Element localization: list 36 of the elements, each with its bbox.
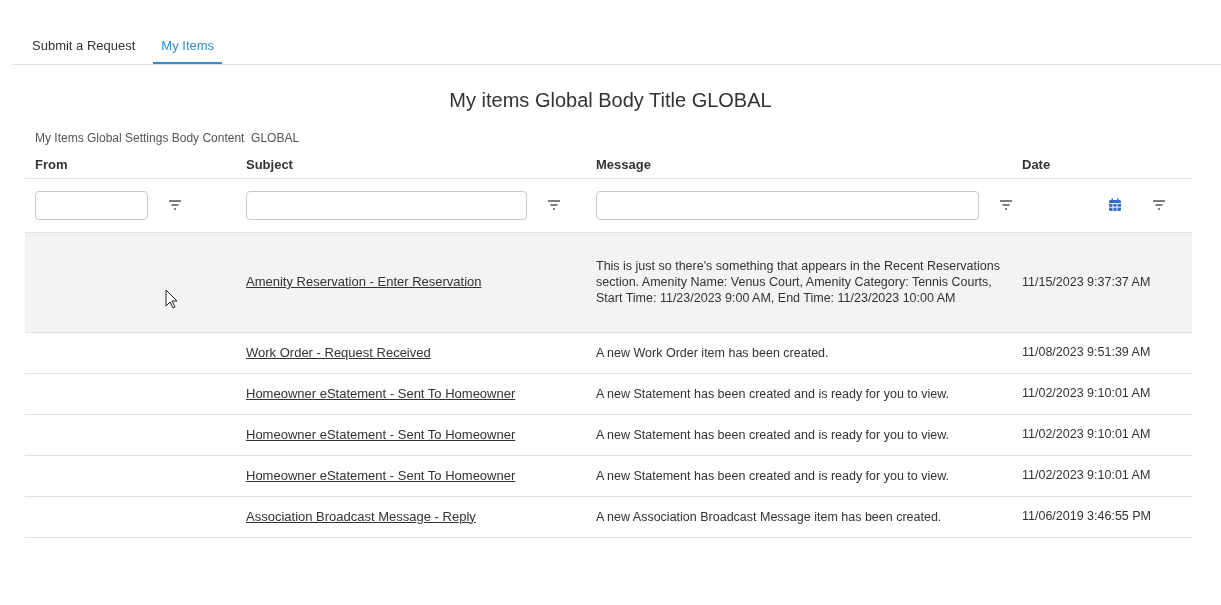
filter-icon[interactable] — [1152, 199, 1166, 211]
subject-link[interactable]: Amenity Reservation - Enter Reservation — [246, 274, 482, 290]
tab[interactable]: Submit a Request — [24, 36, 144, 64]
body-content: My Items Global Settings Body Content GLOBAL — [35, 129, 301, 147]
cursor-icon — [165, 288, 179, 309]
table-cell-text: A new Statement has been created and is ready for you to view. — [595, 426, 950, 443]
column-header: Date — [1021, 155, 1052, 174]
subject-link[interactable]: Homeowner eStatement - Sent To Homeowner — [246, 426, 516, 442]
filter-icon[interactable] — [999, 199, 1013, 211]
subject-link[interactable]: Association Broadcast Message - Reply — [246, 508, 476, 524]
subject-link[interactable]: Work Order - Request Received — [246, 344, 431, 360]
table-cell-text: A new Statement has been created and is ready for you to view. — [595, 467, 950, 484]
filter-icon[interactable] — [547, 199, 561, 211]
table-cell-text: 11/08/2023 9:51:39 AM — [1021, 344, 1152, 362]
table-cell-text: 11/02/2023 9:10:01 AM — [1021, 385, 1152, 403]
column-header: From — [34, 155, 69, 174]
table-cell-text: A new Association Broadcast Message item has been created. — [595, 508, 943, 525]
table-cell-text: 11/02/2023 9:10:01 AM — [1021, 426, 1152, 444]
table-cell-text: 11/06/2019 3:46:55 PM — [1021, 508, 1153, 526]
tab[interactable]: My Items — [153, 36, 223, 64]
filter-icon[interactable] — [168, 199, 182, 211]
table-cell-text: 11/02/2023 9:10:01 AM — [1021, 467, 1152, 485]
filter-field[interactable] — [596, 190, 979, 220]
column-header: Subject — [245, 155, 294, 174]
table-cell-text: A new Statement has been created and is ready for you to view. — [595, 385, 950, 402]
table-cell-text: 11/15/2023 9:37:37 AM — [1021, 273, 1152, 291]
table-cell-text: This is just so there's something that appears in the Recent Reservations section. Amenity Name: Venus Court, Amenity Category: Tennis Courts, Start Time: 11/23/2023 9:00 AM, End Time: 11/23/2023 10:00 AM — [595, 258, 1001, 306]
subject-link[interactable]: Homeowner eStatement - Sent To Homeowner — [246, 467, 516, 483]
column-header: Message — [595, 155, 652, 174]
table-row[interactable] — [25, 232, 1192, 333]
calendar-icon[interactable] — [1108, 198, 1122, 212]
filter-field[interactable] — [246, 190, 527, 220]
filter-field[interactable] — [35, 190, 148, 220]
page-title: My items Global Body Title GLOBAL — [448, 87, 773, 113]
subject-link[interactable]: Homeowner eStatement - Sent To Homeowner — [246, 385, 516, 401]
table-cell-text: A new Work Order item has been created. — [595, 344, 830, 361]
